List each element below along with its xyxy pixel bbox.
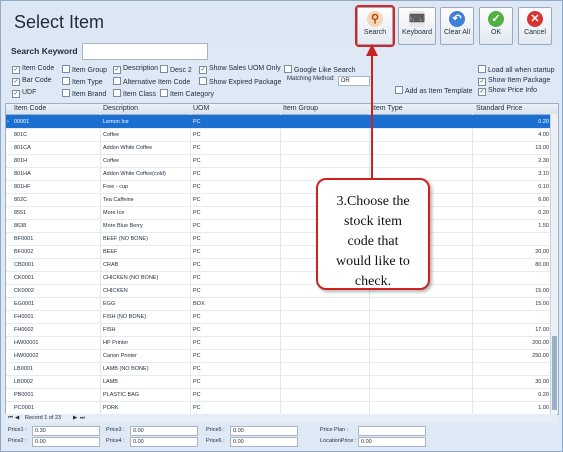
callout-line: code that <box>347 234 399 249</box>
callout-line: stock item <box>344 214 402 229</box>
instruction-callout: 3.Choose the stock item code that would … <box>316 178 430 290</box>
callout-line: 3.Choose the <box>336 194 410 209</box>
callout-line: check. <box>354 274 392 289</box>
callout-line: would like to <box>336 254 410 269</box>
callout-arrow <box>366 44 378 178</box>
arrow-head-icon <box>366 44 378 56</box>
